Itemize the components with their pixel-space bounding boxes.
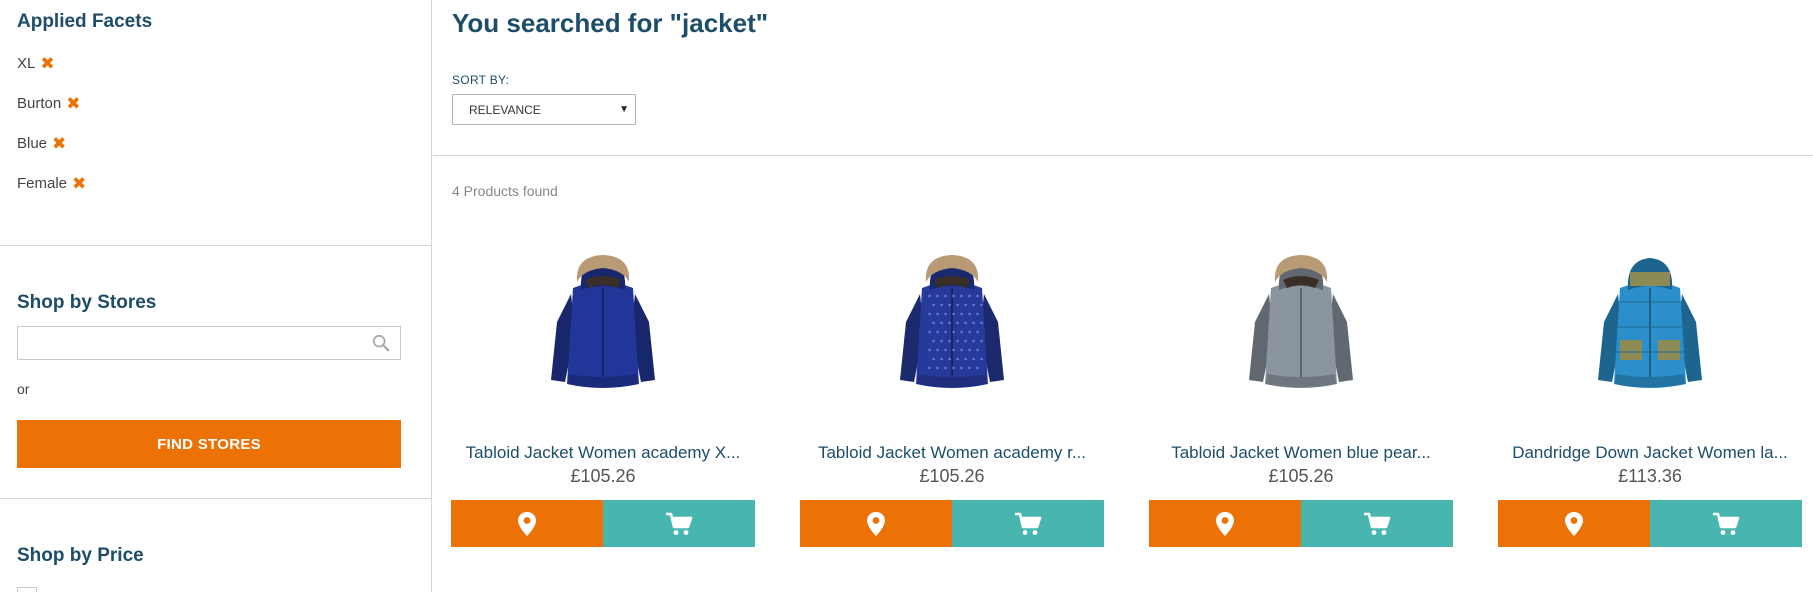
facet-chip-female: Female ✖ <box>17 175 86 192</box>
product-name-link[interactable]: Dandridge Down Jacket Women la... <box>1498 443 1802 463</box>
close-icon[interactable]: ✖ <box>40 55 54 72</box>
divider <box>0 498 432 499</box>
product-image[interactable] <box>543 252 663 402</box>
find-stores-button[interactable]: FIND STORES <box>17 420 401 468</box>
cart-icon <box>1015 512 1042 535</box>
main-content: You searched for "jacket" SORT BY: RELEV… <box>433 0 1813 592</box>
facet-label: XL <box>17 55 36 72</box>
sort-label: SORT BY: <box>452 73 510 87</box>
product-image[interactable] <box>1241 252 1361 402</box>
shop-by-stores-title: Shop by Stores <box>17 292 157 313</box>
add-to-cart-button[interactable] <box>603 500 755 547</box>
product-actions <box>1498 500 1802 547</box>
cart-icon <box>666 512 693 535</box>
cart-icon <box>1364 512 1391 535</box>
store-search-field <box>17 326 401 360</box>
sort-selected-value: RELEVANCE <box>469 102 541 117</box>
product-price: £113.36 <box>1618 466 1682 486</box>
product-name-link[interactable]: Tabloid Jacket Women academy X... <box>451 443 755 463</box>
product-price: £105.26 <box>1268 466 1334 486</box>
map-pin-icon <box>518 511 536 536</box>
facet-label: Blue <box>17 135 48 152</box>
sidebar: Applied Facets XL ✖ Burton ✖ Blue ✖ Fema… <box>0 0 432 592</box>
product-actions <box>800 500 1104 547</box>
add-to-cart-button[interactable] <box>952 500 1104 547</box>
find-in-store-button[interactable] <box>1498 500 1650 547</box>
facet-chip-blue: Blue ✖ <box>17 135 66 152</box>
find-in-store-button[interactable] <box>800 500 952 547</box>
facet-label: Female <box>17 175 68 192</box>
product-actions <box>1149 500 1453 547</box>
product-name-link[interactable]: Tabloid Jacket Women academy r... <box>800 443 1104 463</box>
search-icon[interactable] <box>372 334 390 352</box>
cart-icon <box>1713 512 1740 535</box>
product-price: £105.26 <box>919 466 985 486</box>
product-actions <box>451 500 755 547</box>
find-in-store-button[interactable] <box>451 500 603 547</box>
shop-by-price-title: Shop by Price <box>17 545 144 566</box>
product-name-link[interactable]: Tabloid Jacket Women blue pear... <box>1149 443 1453 463</box>
add-to-cart-button[interactable] <box>1301 500 1453 547</box>
store-search-input[interactable] <box>18 327 358 359</box>
facet-chip-burton: Burton ✖ <box>17 95 80 112</box>
product-image[interactable] <box>892 252 1012 402</box>
map-pin-icon <box>1216 511 1234 536</box>
divider <box>433 155 1813 156</box>
page-title: You searched for "jacket" <box>452 8 769 38</box>
find-in-store-button[interactable] <box>1149 500 1301 547</box>
product-image[interactable] <box>1590 252 1710 402</box>
price-checkbox[interactable] <box>17 587 37 592</box>
divider <box>0 245 432 246</box>
add-to-cart-button[interactable] <box>1650 500 1802 547</box>
sort-select[interactable]: RELEVANCE ▼ <box>452 94 636 125</box>
map-pin-icon <box>867 511 885 536</box>
applied-facets-title: Applied Facets <box>17 11 153 32</box>
map-pin-icon <box>1565 511 1583 536</box>
facet-chip-xl: XL ✖ <box>17 55 55 72</box>
facet-label: Burton <box>17 95 62 112</box>
products-found-count: 4 Products found <box>452 183 558 199</box>
or-text: or <box>17 381 30 397</box>
product-price: £105.26 <box>570 466 636 486</box>
close-icon[interactable]: ✖ <box>72 175 86 192</box>
close-icon[interactable]: ✖ <box>52 135 66 152</box>
caret-down-icon: ▼ <box>619 104 629 115</box>
close-icon[interactable]: ✖ <box>66 95 80 112</box>
